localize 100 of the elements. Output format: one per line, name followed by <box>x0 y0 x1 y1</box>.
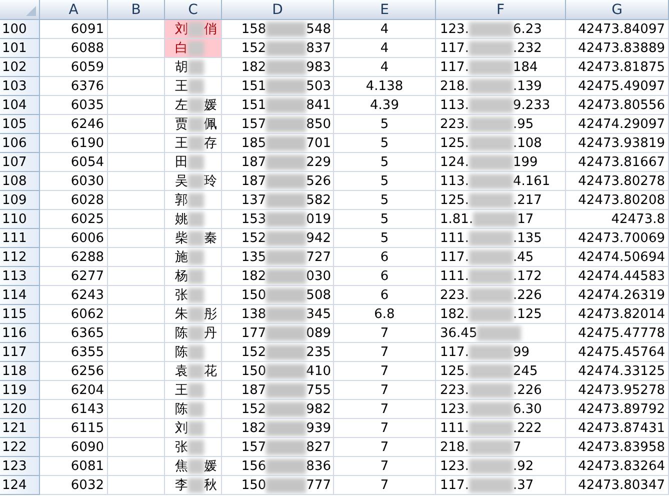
blur-patch <box>266 364 306 378</box>
ip-cell: 123. 6.30 <box>436 400 566 419</box>
row-header[interactable]: 113 <box>0 267 40 286</box>
phone-cell: 151 841 <box>222 96 334 115</box>
row-header[interactable]: 112 <box>0 248 40 267</box>
blur-patch <box>266 136 306 150</box>
select-all-corner[interactable] <box>0 0 40 20</box>
blur-patch <box>468 98 513 112</box>
row-header[interactable]: 114 <box>0 286 40 305</box>
column-header[interactable]: G <box>566 0 669 20</box>
empty-cell <box>108 381 165 400</box>
row-header[interactable]: 103 <box>0 77 40 96</box>
empty-cell <box>108 58 165 77</box>
row-header[interactable]: 102 <box>0 58 40 77</box>
blur-patch <box>188 306 204 322</box>
row-header[interactable]: 124 <box>0 476 40 495</box>
row-header[interactable]: 121 <box>0 419 40 438</box>
blur-patch <box>266 78 306 94</box>
table-cell: 5 <box>334 134 436 153</box>
row-header[interactable]: 117 <box>0 343 40 362</box>
table-cell: 5 <box>334 172 436 191</box>
phone-cell: 156 836 <box>222 457 334 476</box>
blur-patch <box>468 402 513 416</box>
row-header[interactable]: 100 <box>0 20 40 39</box>
ip-cell: 123. 6.23 <box>436 20 566 39</box>
row-header[interactable]: 104 <box>0 96 40 115</box>
name-cell: 贾 佩 <box>165 115 222 134</box>
row-header[interactable]: 105 <box>0 115 40 134</box>
name-cell: 王 <box>165 381 222 400</box>
row-header[interactable]: 120 <box>0 400 40 419</box>
table-cell: 6376 <box>40 77 108 96</box>
row-header[interactable]: 122 <box>0 438 40 457</box>
table-cell: 42474.29097 <box>566 115 669 134</box>
ip-cell: 117. .232 <box>436 39 566 58</box>
phone-cell: 152 982 <box>222 400 334 419</box>
empty-cell <box>108 77 165 96</box>
blur-patch <box>266 402 306 416</box>
blur-patch <box>188 154 204 170</box>
name-cell: 田 <box>165 153 222 172</box>
blur-patch <box>266 230 306 246</box>
triangle-icon <box>26 6 36 16</box>
phone-cell: 138 345 <box>222 305 334 324</box>
column-header[interactable]: E <box>334 0 436 20</box>
table-cell: 5 <box>334 191 436 210</box>
table-cell: 6081 <box>40 457 108 476</box>
ip-cell: 113. 9.233 <box>436 96 566 115</box>
row-header[interactable]: 108 <box>0 172 40 191</box>
phone-cell: 182 983 <box>222 58 334 77</box>
table-cell: 42475.49097 <box>566 77 669 96</box>
blur-patch <box>468 60 513 74</box>
blur-patch <box>188 344 204 360</box>
row-header[interactable]: 111 <box>0 229 40 248</box>
table-cell: 6288 <box>40 248 108 267</box>
column-header[interactable]: D <box>222 0 334 20</box>
ip-cell: 125. 245 <box>436 362 566 381</box>
table-cell: 6054 <box>40 153 108 172</box>
table-cell: 42473.81667 <box>566 153 669 172</box>
blur-patch <box>266 154 306 170</box>
row-header[interactable]: 106 <box>0 134 40 153</box>
phone-cell: 135 727 <box>222 248 334 267</box>
blur-patch <box>468 230 513 246</box>
phone-cell: 187 229 <box>222 153 334 172</box>
empty-cell <box>108 343 165 362</box>
column-header[interactable]: B <box>108 0 165 20</box>
name-cell: 王 存 <box>165 134 222 153</box>
table-cell: 42473.93819 <box>566 134 669 153</box>
empty-cell <box>108 191 165 210</box>
empty-cell <box>108 210 165 229</box>
column-header[interactable]: A <box>40 0 108 20</box>
name-cell: 左 媛 <box>165 96 222 115</box>
blur-patch <box>188 22 204 36</box>
table-cell: 6030 <box>40 172 108 191</box>
row-header[interactable]: 118 <box>0 362 40 381</box>
blur-patch <box>468 420 513 436</box>
blur-patch <box>468 192 513 208</box>
table-cell: 6062 <box>40 305 108 324</box>
row-header[interactable]: 116 <box>0 324 40 343</box>
row-header[interactable]: 101 <box>0 39 40 58</box>
table-cell: 6256 <box>40 362 108 381</box>
ip-cell: 117. 184 <box>436 58 566 77</box>
row-header[interactable]: 123 <box>0 457 40 476</box>
table-cell: 6 <box>334 267 436 286</box>
row-header[interactable]: 110 <box>0 210 40 229</box>
table-cell: 4 <box>334 39 436 58</box>
empty-cell <box>108 286 165 305</box>
blur-patch <box>188 478 204 492</box>
empty-cell <box>108 248 165 267</box>
table-cell: 6032 <box>40 476 108 495</box>
row-header[interactable]: 107 <box>0 153 40 172</box>
table-cell: 5 <box>334 153 436 172</box>
empty-cell <box>108 324 165 343</box>
table-cell: 42473.87431 <box>566 419 669 438</box>
column-header[interactable]: C <box>165 0 222 20</box>
blur-patch <box>473 212 518 226</box>
row-header[interactable]: 115 <box>0 305 40 324</box>
phone-cell: 157 850 <box>222 115 334 134</box>
row-header[interactable]: 119 <box>0 381 40 400</box>
row-header[interactable]: 109 <box>0 191 40 210</box>
table-cell: 6088 <box>40 39 108 58</box>
column-header[interactable]: F <box>436 0 566 20</box>
